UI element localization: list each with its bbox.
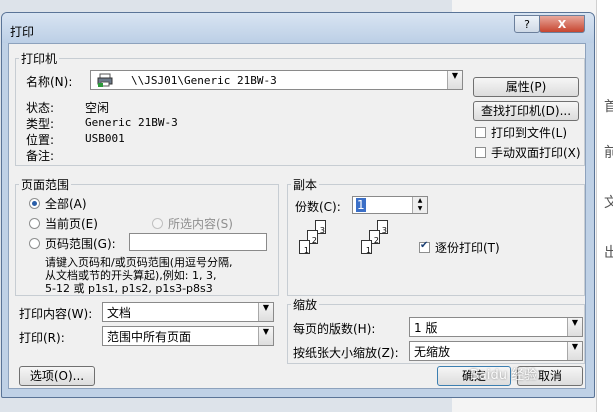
page-range-current-label[interactable]: 当前页(E) bbox=[45, 215, 98, 232]
print-option-select[interactable]: 范围中所有页面 ▼ bbox=[102, 326, 274, 346]
title-bar[interactable]: 打印 ? X bbox=[2, 13, 594, 43]
type-value: Generic 21BW-3 bbox=[85, 116, 178, 129]
close-button[interactable]: X bbox=[539, 15, 585, 33]
pages-per-sheet-label: 每页的版数(H): bbox=[293, 322, 376, 336]
pages-per-sheet-select[interactable]: 1 版 ▼ bbox=[409, 317, 583, 337]
copies-count-label: 份数(C): bbox=[295, 200, 341, 214]
status-label: 状态: bbox=[26, 101, 55, 115]
printer-name-value: \\JSJ01\Generic 21BW-3 bbox=[131, 74, 277, 87]
manual-duplex-checkbox[interactable] bbox=[475, 147, 486, 158]
background-char: 首 bbox=[604, 99, 613, 115]
watermark: Baidu 经验 bbox=[470, 368, 538, 383]
page-range-hint-line3: 5-12 或 p1s1, p1s2, p1s3-p8s3 bbox=[45, 282, 213, 295]
collated-pages-icon: 3 2 1 bbox=[355, 220, 405, 276]
scale-to-paper-select[interactable]: 无缩放 ▼ bbox=[409, 341, 583, 361]
properties-button[interactable]: 属性(P) bbox=[473, 77, 579, 97]
pages-per-sheet-value: 1 版 bbox=[414, 321, 438, 335]
page-icon: 1 bbox=[299, 240, 310, 255]
page-range-pages-label[interactable]: 页码范围(G): bbox=[45, 235, 116, 252]
page-icon: 1 bbox=[361, 240, 372, 255]
spin-down-icon[interactable]: ▼ bbox=[412, 205, 427, 213]
print-what-value: 文档 bbox=[107, 306, 132, 320]
print-option-value: 范围中所有页面 bbox=[107, 330, 192, 344]
print-to-file-checkbox[interactable] bbox=[475, 127, 486, 138]
print-option-label: 打印(R): bbox=[19, 331, 65, 345]
chevron-down-icon[interactable]: ▼ bbox=[258, 327, 273, 345]
chevron-down-icon[interactable]: ▼ bbox=[447, 71, 462, 89]
type-label: 类型: bbox=[26, 117, 55, 131]
page-range-selection-label: 所选内容(S) bbox=[168, 217, 233, 231]
copies-title: 副本 bbox=[291, 176, 320, 193]
printer-name-label: 名称(N): bbox=[26, 75, 73, 89]
copies-count-stepper[interactable]: 1 ▲ ▼ bbox=[352, 196, 428, 214]
help-button[interactable]: ? bbox=[514, 15, 540, 33]
printer-icon bbox=[97, 73, 113, 87]
manual-duplex-label[interactable]: 手动双面打印(X) bbox=[491, 144, 581, 161]
chevron-down-icon[interactable]: ▼ bbox=[258, 303, 273, 321]
print-to-file-label[interactable]: 打印到文件(L) bbox=[491, 124, 567, 141]
collate-checkbox[interactable] bbox=[419, 240, 430, 253]
find-printer-button[interactable]: 查找打印机(D)... bbox=[473, 101, 579, 121]
collate-label[interactable]: 逐份打印(T) bbox=[435, 239, 500, 256]
page-range-input[interactable] bbox=[129, 233, 267, 251]
zoom-title: 缩放 bbox=[291, 296, 320, 313]
options-button[interactable]: 选项(O)... bbox=[19, 366, 95, 386]
dialog-title: 打印 bbox=[10, 25, 35, 39]
scale-to-paper-label: 按纸张大小缩放(Z): bbox=[293, 346, 399, 360]
page-range-selection-radio bbox=[152, 218, 163, 229]
background-char: 文 bbox=[604, 195, 613, 211]
copies-count-value[interactable]: 1 bbox=[356, 198, 366, 212]
background-char: 前 bbox=[604, 145, 613, 161]
print-what-select[interactable]: 文档 ▼ bbox=[102, 302, 274, 322]
printer-name-select[interactable]: \\JSJ01\Generic 21BW-3 ▼ bbox=[90, 70, 463, 90]
dialog-body: 打印机 名称(N): \\JSJ01\Generic 21BW-3 ▼ 状态: … bbox=[8, 43, 586, 389]
page-range-title: 页面范围 bbox=[19, 176, 72, 193]
printer-group-title: 打印机 bbox=[19, 50, 60, 67]
comment-label: 备注: bbox=[26, 149, 55, 163]
uncollated-pages-icon: 3 2 1 bbox=[293, 220, 343, 276]
page-range-all-label[interactable]: 全部(A) bbox=[45, 195, 87, 212]
background-char: 出 bbox=[604, 245, 613, 261]
location-value: USB001 bbox=[85, 132, 125, 145]
scale-to-paper-value: 无缩放 bbox=[414, 345, 451, 359]
location-label: 位置: bbox=[26, 133, 55, 147]
print-dialog: 打印 ? X 打印机 名称(N): \\JSJ01\Generic 21BW-3… bbox=[1, 12, 595, 398]
chevron-down-icon[interactable]: ▼ bbox=[567, 318, 582, 336]
page-range-current-radio[interactable] bbox=[29, 218, 40, 229]
page-range-pages-radio[interactable] bbox=[29, 238, 40, 249]
status-value: 空闲 bbox=[85, 101, 110, 115]
chevron-down-icon[interactable]: ▼ bbox=[567, 342, 582, 360]
page-range-all-radio[interactable] bbox=[29, 198, 40, 209]
print-what-label: 打印内容(W): bbox=[19, 307, 93, 321]
